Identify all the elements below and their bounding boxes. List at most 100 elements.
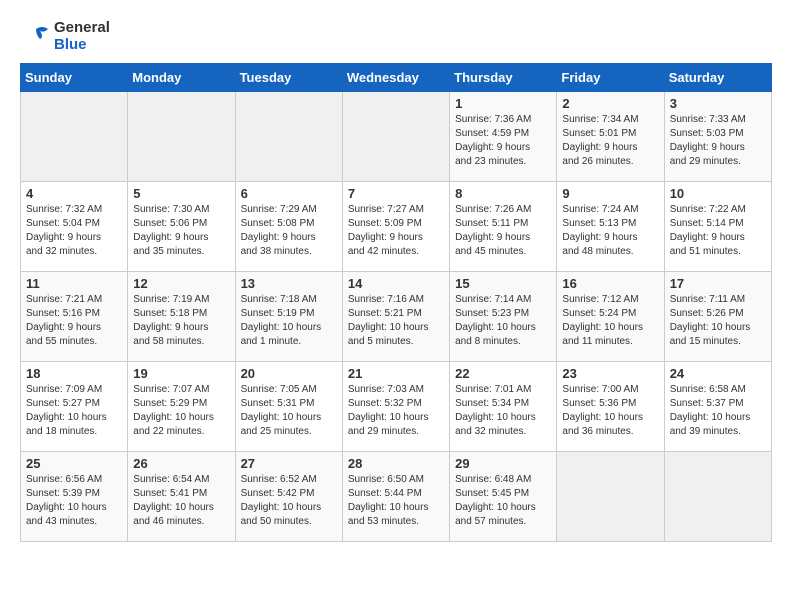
- day-number: 6: [241, 186, 337, 201]
- day-cell: [342, 92, 449, 182]
- day-cell: 27 Sunrise: 6:52 AM Sunset: 5:42 PM Dayli…: [235, 452, 342, 542]
- week-row-4: 18 Sunrise: 7:09 AM Sunset: 5:27 PM Dayli…: [21, 362, 772, 452]
- weekday-header-thursday: Thursday: [450, 64, 557, 92]
- day-cell: 5 Sunrise: 7:30 AM Sunset: 5:06 PM Daylig…: [128, 182, 235, 272]
- day-info: Sunrise: 7:34 AM Sunset: 5:01 PM Dayligh…: [562, 113, 658, 169]
- day-info: Sunrise: 7:21 AM Sunset: 5:16 PM Dayligh…: [26, 293, 122, 349]
- day-cell: 22 Sunrise: 7:01 AM Sunset: 5:34 PM Dayli…: [450, 362, 557, 452]
- logo-bird-icon: [20, 21, 52, 53]
- day-number: 27: [241, 456, 337, 471]
- day-number: 3: [670, 96, 766, 111]
- day-cell: 9 Sunrise: 7:24 AM Sunset: 5:13 PM Daylig…: [557, 182, 664, 272]
- day-info: Sunrise: 6:54 AM Sunset: 5:41 PM Dayligh…: [133, 473, 229, 529]
- day-cell: 28 Sunrise: 6:50 AM Sunset: 5:44 PM Dayli…: [342, 452, 449, 542]
- day-number: 17: [670, 276, 766, 291]
- day-number: 19: [133, 366, 229, 381]
- day-number: 13: [241, 276, 337, 291]
- day-number: 29: [455, 456, 551, 471]
- day-info: Sunrise: 7:24 AM Sunset: 5:13 PM Dayligh…: [562, 203, 658, 259]
- day-info: Sunrise: 7:33 AM Sunset: 5:03 PM Dayligh…: [670, 113, 766, 169]
- logo: General Blue: [20, 20, 110, 53]
- day-cell: 13 Sunrise: 7:18 AM Sunset: 5:19 PM Dayli…: [235, 272, 342, 362]
- day-cell: 26 Sunrise: 6:54 AM Sunset: 5:41 PM Dayli…: [128, 452, 235, 542]
- page-header: General Blue: [20, 20, 772, 53]
- day-info: Sunrise: 7:18 AM Sunset: 5:19 PM Dayligh…: [241, 293, 337, 349]
- day-info: Sunrise: 6:48 AM Sunset: 5:45 PM Dayligh…: [455, 473, 551, 529]
- day-info: Sunrise: 6:58 AM Sunset: 5:37 PM Dayligh…: [670, 383, 766, 439]
- day-number: 9: [562, 186, 658, 201]
- day-info: Sunrise: 7:09 AM Sunset: 5:27 PM Dayligh…: [26, 383, 122, 439]
- weekday-header-sunday: Sunday: [21, 64, 128, 92]
- day-info: Sunrise: 7:03 AM Sunset: 5:32 PM Dayligh…: [348, 383, 444, 439]
- weekday-header-friday: Friday: [557, 64, 664, 92]
- day-info: Sunrise: 7:00 AM Sunset: 5:36 PM Dayligh…: [562, 383, 658, 439]
- day-cell: 10 Sunrise: 7:22 AM Sunset: 5:14 PM Dayli…: [664, 182, 771, 272]
- day-number: 14: [348, 276, 444, 291]
- week-row-5: 25 Sunrise: 6:56 AM Sunset: 5:39 PM Dayli…: [21, 452, 772, 542]
- day-cell: 16 Sunrise: 7:12 AM Sunset: 5:24 PM Dayli…: [557, 272, 664, 362]
- day-cell: 2 Sunrise: 7:34 AM Sunset: 5:01 PM Daylig…: [557, 92, 664, 182]
- day-info: Sunrise: 7:27 AM Sunset: 5:09 PM Dayligh…: [348, 203, 444, 259]
- day-number: 22: [455, 366, 551, 381]
- day-cell: 7Sunrise: 7:27 AM Sunset: 5:09 PM Daylig…: [342, 182, 449, 272]
- day-info: Sunrise: 6:56 AM Sunset: 5:39 PM Dayligh…: [26, 473, 122, 529]
- day-cell: 12 Sunrise: 7:19 AM Sunset: 5:18 PM Dayli…: [128, 272, 235, 362]
- day-cell: 6Sunrise: 7:29 AM Sunset: 5:08 PM Daylig…: [235, 182, 342, 272]
- day-number: 16: [562, 276, 658, 291]
- day-info: Sunrise: 7:30 AM Sunset: 5:06 PM Dayligh…: [133, 203, 229, 259]
- day-cell: 29 Sunrise: 6:48 AM Sunset: 5:45 PM Dayli…: [450, 452, 557, 542]
- day-info: Sunrise: 6:50 AM Sunset: 5:44 PM Dayligh…: [348, 473, 444, 529]
- day-number: 28: [348, 456, 444, 471]
- day-number: 25: [26, 456, 122, 471]
- weekday-header-row: SundayMondayTuesdayWednesdayThursdayFrid…: [21, 64, 772, 92]
- day-number: 26: [133, 456, 229, 471]
- day-cell: [21, 92, 128, 182]
- day-cell: 3 Sunrise: 7:33 AM Sunset: 5:03 PM Daylig…: [664, 92, 771, 182]
- weekday-header-saturday: Saturday: [664, 64, 771, 92]
- day-cell: [664, 452, 771, 542]
- day-number: 5: [133, 186, 229, 201]
- day-cell: [557, 452, 664, 542]
- day-info: Sunrise: 7:16 AM Sunset: 5:21 PM Dayligh…: [348, 293, 444, 349]
- day-info: Sunrise: 6:52 AM Sunset: 5:42 PM Dayligh…: [241, 473, 337, 529]
- day-cell: 17Sunrise: 7:11 AM Sunset: 5:26 PM Dayli…: [664, 272, 771, 362]
- logo-container: General Blue: [20, 20, 110, 53]
- day-number: 2: [562, 96, 658, 111]
- day-cell: [235, 92, 342, 182]
- day-cell: 18 Sunrise: 7:09 AM Sunset: 5:27 PM Dayli…: [21, 362, 128, 452]
- day-info: Sunrise: 7:01 AM Sunset: 5:34 PM Dayligh…: [455, 383, 551, 439]
- day-info: Sunrise: 7:05 AM Sunset: 5:31 PM Dayligh…: [241, 383, 337, 439]
- day-cell: [128, 92, 235, 182]
- day-info: Sunrise: 7:12 AM Sunset: 5:24 PM Dayligh…: [562, 293, 658, 349]
- calendar-table: SundayMondayTuesdayWednesdayThursdayFrid…: [20, 63, 772, 542]
- weekday-header-wednesday: Wednesday: [342, 64, 449, 92]
- day-cell: 20 Sunrise: 7:05 AM Sunset: 5:31 PM Dayli…: [235, 362, 342, 452]
- day-cell: 23Sunrise: 7:00 AM Sunset: 5:36 PM Dayli…: [557, 362, 664, 452]
- day-cell: 15 Sunrise: 7:14 AM Sunset: 5:23 PM Dayli…: [450, 272, 557, 362]
- day-cell: 14 Sunrise: 7:16 AM Sunset: 5:21 PM Dayli…: [342, 272, 449, 362]
- day-cell: 8Sunrise: 7:26 AM Sunset: 5:11 PM Daylig…: [450, 182, 557, 272]
- day-cell: 4Sunrise: 7:32 AM Sunset: 5:04 PM Daylig…: [21, 182, 128, 272]
- day-info: Sunrise: 7:19 AM Sunset: 5:18 PM Dayligh…: [133, 293, 229, 349]
- day-info: Sunrise: 7:32 AM Sunset: 5:04 PM Dayligh…: [26, 203, 122, 259]
- day-number: 24: [670, 366, 766, 381]
- day-number: 15: [455, 276, 551, 291]
- day-cell: 25 Sunrise: 6:56 AM Sunset: 5:39 PM Dayli…: [21, 452, 128, 542]
- day-info: Sunrise: 7:14 AM Sunset: 5:23 PM Dayligh…: [455, 293, 551, 349]
- day-number: 1: [455, 96, 551, 111]
- day-number: 12: [133, 276, 229, 291]
- logo-text: General Blue: [54, 20, 110, 53]
- day-info: Sunrise: 7:22 AM Sunset: 5:14 PM Dayligh…: [670, 203, 766, 259]
- day-number: 10: [670, 186, 766, 201]
- day-number: 18: [26, 366, 122, 381]
- day-number: 11: [26, 276, 122, 291]
- week-row-1: 1 Sunrise: 7:36 AM Sunset: 4:59 PM Daylig…: [21, 92, 772, 182]
- week-row-3: 11 Sunrise: 7:21 AM Sunset: 5:16 PM Dayli…: [21, 272, 772, 362]
- day-info: Sunrise: 7:36 AM Sunset: 4:59 PM Dayligh…: [455, 113, 551, 169]
- weekday-header-tuesday: Tuesday: [235, 64, 342, 92]
- day-number: 8: [455, 186, 551, 201]
- day-number: 20: [241, 366, 337, 381]
- day-cell: 21Sunrise: 7:03 AM Sunset: 5:32 PM Dayli…: [342, 362, 449, 452]
- day-cell: 11 Sunrise: 7:21 AM Sunset: 5:16 PM Dayli…: [21, 272, 128, 362]
- day-cell: 19Sunrise: 7:07 AM Sunset: 5:29 PM Dayli…: [128, 362, 235, 452]
